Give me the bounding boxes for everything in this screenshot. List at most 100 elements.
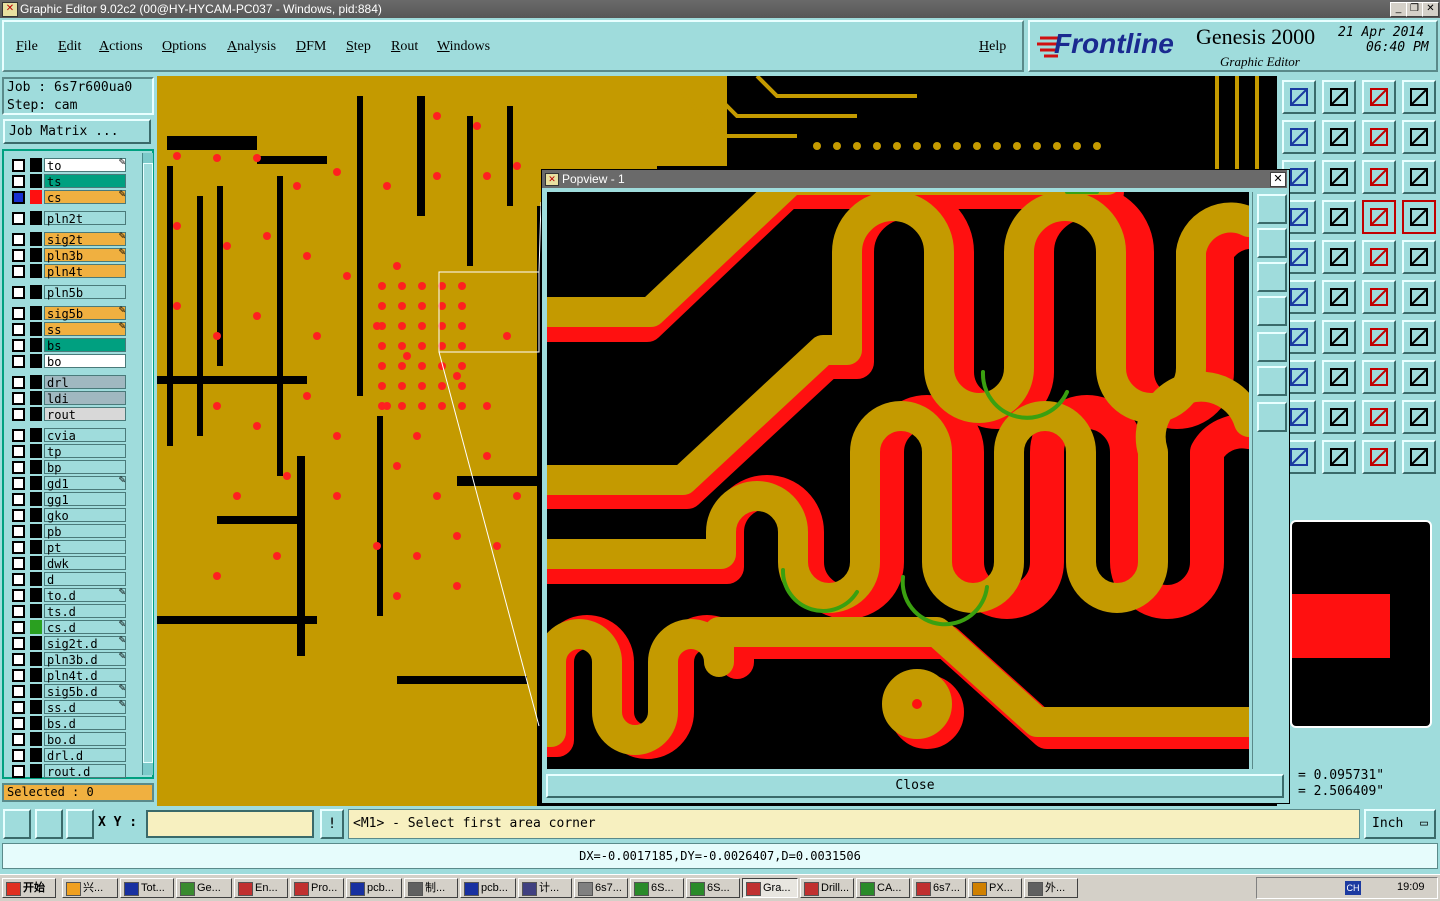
layer-color-swatch[interactable] <box>30 322 42 336</box>
maximize-button[interactable]: ❐ <box>1406 2 1423 17</box>
layer-row-pt[interactable]: pt <box>10 540 128 555</box>
layer-color-swatch[interactable] <box>30 540 42 554</box>
layer-color-swatch[interactable] <box>30 492 42 506</box>
tool-select-net-icon[interactable] <box>1402 440 1436 474</box>
layer-row-ldi[interactable]: ldi <box>10 391 128 406</box>
layer-row-drl-d[interactable]: drl.d <box>10 748 128 763</box>
layer-checkbox[interactable] <box>12 685 25 698</box>
layer-color-swatch[interactable] <box>30 407 42 421</box>
xy-input[interactable] <box>146 810 314 838</box>
layer-checkbox[interactable] <box>12 621 25 634</box>
popview-pan-left-icon[interactable] <box>1257 296 1287 326</box>
layer-list-scrollbar[interactable] <box>142 153 153 775</box>
layer-color-swatch[interactable] <box>30 636 42 650</box>
tool-triangle-b-icon[interactable] <box>1362 400 1396 434</box>
layer-checkbox[interactable] <box>12 541 25 554</box>
layer-color-swatch[interactable] <box>30 668 42 682</box>
tool-ruler-icon[interactable] <box>1362 240 1396 274</box>
menu-step[interactable]: Step <box>346 39 371 55</box>
layer-row-sig5b[interactable]: sig5b ✎ <box>10 306 128 321</box>
menu-edit[interactable]: Edit <box>58 39 81 55</box>
layer-row-bo[interactable]: bo <box>10 354 128 369</box>
layer-name[interactable]: sig5b.d <box>44 684 126 699</box>
taskbar-item[interactable]: 6S... <box>686 878 740 898</box>
layer-color-swatch[interactable] <box>30 524 42 538</box>
layer-color-swatch[interactable] <box>30 338 42 352</box>
taskbar-item[interactable]: 6S... <box>630 878 684 898</box>
layer-row-dwk[interactable]: dwk <box>10 556 128 571</box>
taskbar-item[interactable]: pcb... <box>460 878 516 898</box>
taskbar-item[interactable]: pcb... <box>346 878 402 898</box>
menu-help[interactable]: Help <box>979 39 1006 55</box>
layer-checkbox[interactable] <box>12 212 25 225</box>
measure-icon[interactable] <box>35 809 63 839</box>
popview-pan-up-icon[interactable] <box>1257 228 1287 258</box>
taskbar-item[interactable]: 外... <box>1024 878 1078 898</box>
layer-name[interactable]: d <box>44 572 126 587</box>
layer-color-swatch[interactable] <box>30 444 42 458</box>
layer-row-to-d[interactable]: to.d ✎ <box>10 588 128 603</box>
layer-color-swatch[interactable] <box>30 248 42 262</box>
layer-checkbox[interactable] <box>12 376 25 389</box>
tool-redraw-icon[interactable] <box>1402 120 1436 154</box>
layer-name[interactable]: gd1 <box>44 476 126 491</box>
taskbar-item[interactable]: PX... <box>968 878 1022 898</box>
layer-color-swatch[interactable] <box>30 684 42 698</box>
layer-checkbox[interactable] <box>12 669 25 682</box>
layer-color-swatch[interactable] <box>30 652 42 666</box>
layer-row-d[interactable]: d <box>10 572 128 587</box>
layer-checkbox[interactable] <box>12 701 25 714</box>
menu-analysis[interactable]: Analysis <box>227 39 276 55</box>
tool-house-icon[interactable] <box>1362 80 1396 114</box>
layer-checkbox[interactable] <box>12 286 25 299</box>
start-button[interactable]: 开始 <box>2 878 56 898</box>
layer-checkbox[interactable] <box>12 233 25 246</box>
layer-name[interactable]: to.d <box>44 588 126 603</box>
tool-cross-icon[interactable] <box>1322 280 1356 314</box>
tool-snap-red-icon[interactable] <box>1362 200 1396 234</box>
layer-name[interactable]: cs <box>44 190 126 205</box>
layer-checkbox[interactable] <box>12 307 25 320</box>
menu-windows[interactable]: Windows <box>437 39 490 55</box>
layer-row-pb[interactable]: pb <box>10 524 128 539</box>
layer-checkbox[interactable] <box>12 175 25 188</box>
layer-color-swatch[interactable] <box>30 460 42 474</box>
layer-row-pln4t[interactable]: pln4t <box>10 264 128 279</box>
scrollbar-thumb[interactable] <box>143 163 153 763</box>
menu-actions[interactable]: Actions <box>99 39 143 55</box>
layer-name[interactable]: drl.d <box>44 748 126 763</box>
layer-color-swatch[interactable] <box>30 354 42 368</box>
layer-row-cvia[interactable]: cvia <box>10 428 128 443</box>
popview-pan-right-icon[interactable] <box>1257 332 1287 362</box>
layer-checkbox[interactable] <box>12 573 25 586</box>
layer-color-swatch[interactable] <box>30 732 42 746</box>
layer-checkbox[interactable] <box>12 339 25 352</box>
layer-checkbox[interactable] <box>12 477 25 490</box>
layer-name[interactable]: to <box>44 158 126 173</box>
popview-close-button[interactable]: Close <box>546 774 1284 798</box>
layer-row-sig2t[interactable]: sig2t ✎ <box>10 232 128 247</box>
layer-color-swatch[interactable] <box>30 391 42 405</box>
layer-checkbox[interactable] <box>12 557 25 570</box>
layer-row-pln5b[interactable]: pln5b <box>10 285 128 300</box>
layer-checkbox[interactable] <box>12 653 25 666</box>
layer-row-cs[interactable]: cs ✎ <box>10 190 128 205</box>
layer-name[interactable]: bo <box>44 354 126 369</box>
layer-checkbox[interactable] <box>12 445 25 458</box>
layer-color-swatch[interactable] <box>30 306 42 320</box>
layer-color-swatch[interactable] <box>30 556 42 570</box>
layer-checkbox[interactable] <box>12 637 25 650</box>
layer-name[interactable]: pln5b <box>44 285 126 300</box>
layer-color-swatch[interactable] <box>30 748 42 762</box>
layer-color-swatch[interactable] <box>30 604 42 618</box>
layer-color-swatch[interactable] <box>30 211 42 225</box>
layer-checkbox[interactable] <box>12 605 25 618</box>
tray-lang[interactable]: CH <box>1345 881 1361 895</box>
layer-name[interactable]: gg1 <box>44 492 126 507</box>
tool-pan-left-icon[interactable] <box>1282 120 1316 154</box>
tool-scale-icon[interactable] <box>1362 160 1396 194</box>
taskbar-item[interactable]: CA... <box>856 878 910 898</box>
layer-name[interactable]: bo.d <box>44 732 126 747</box>
layer-name[interactable]: ts <box>44 174 126 189</box>
taskbar-item[interactable]: Pro... <box>290 878 344 898</box>
